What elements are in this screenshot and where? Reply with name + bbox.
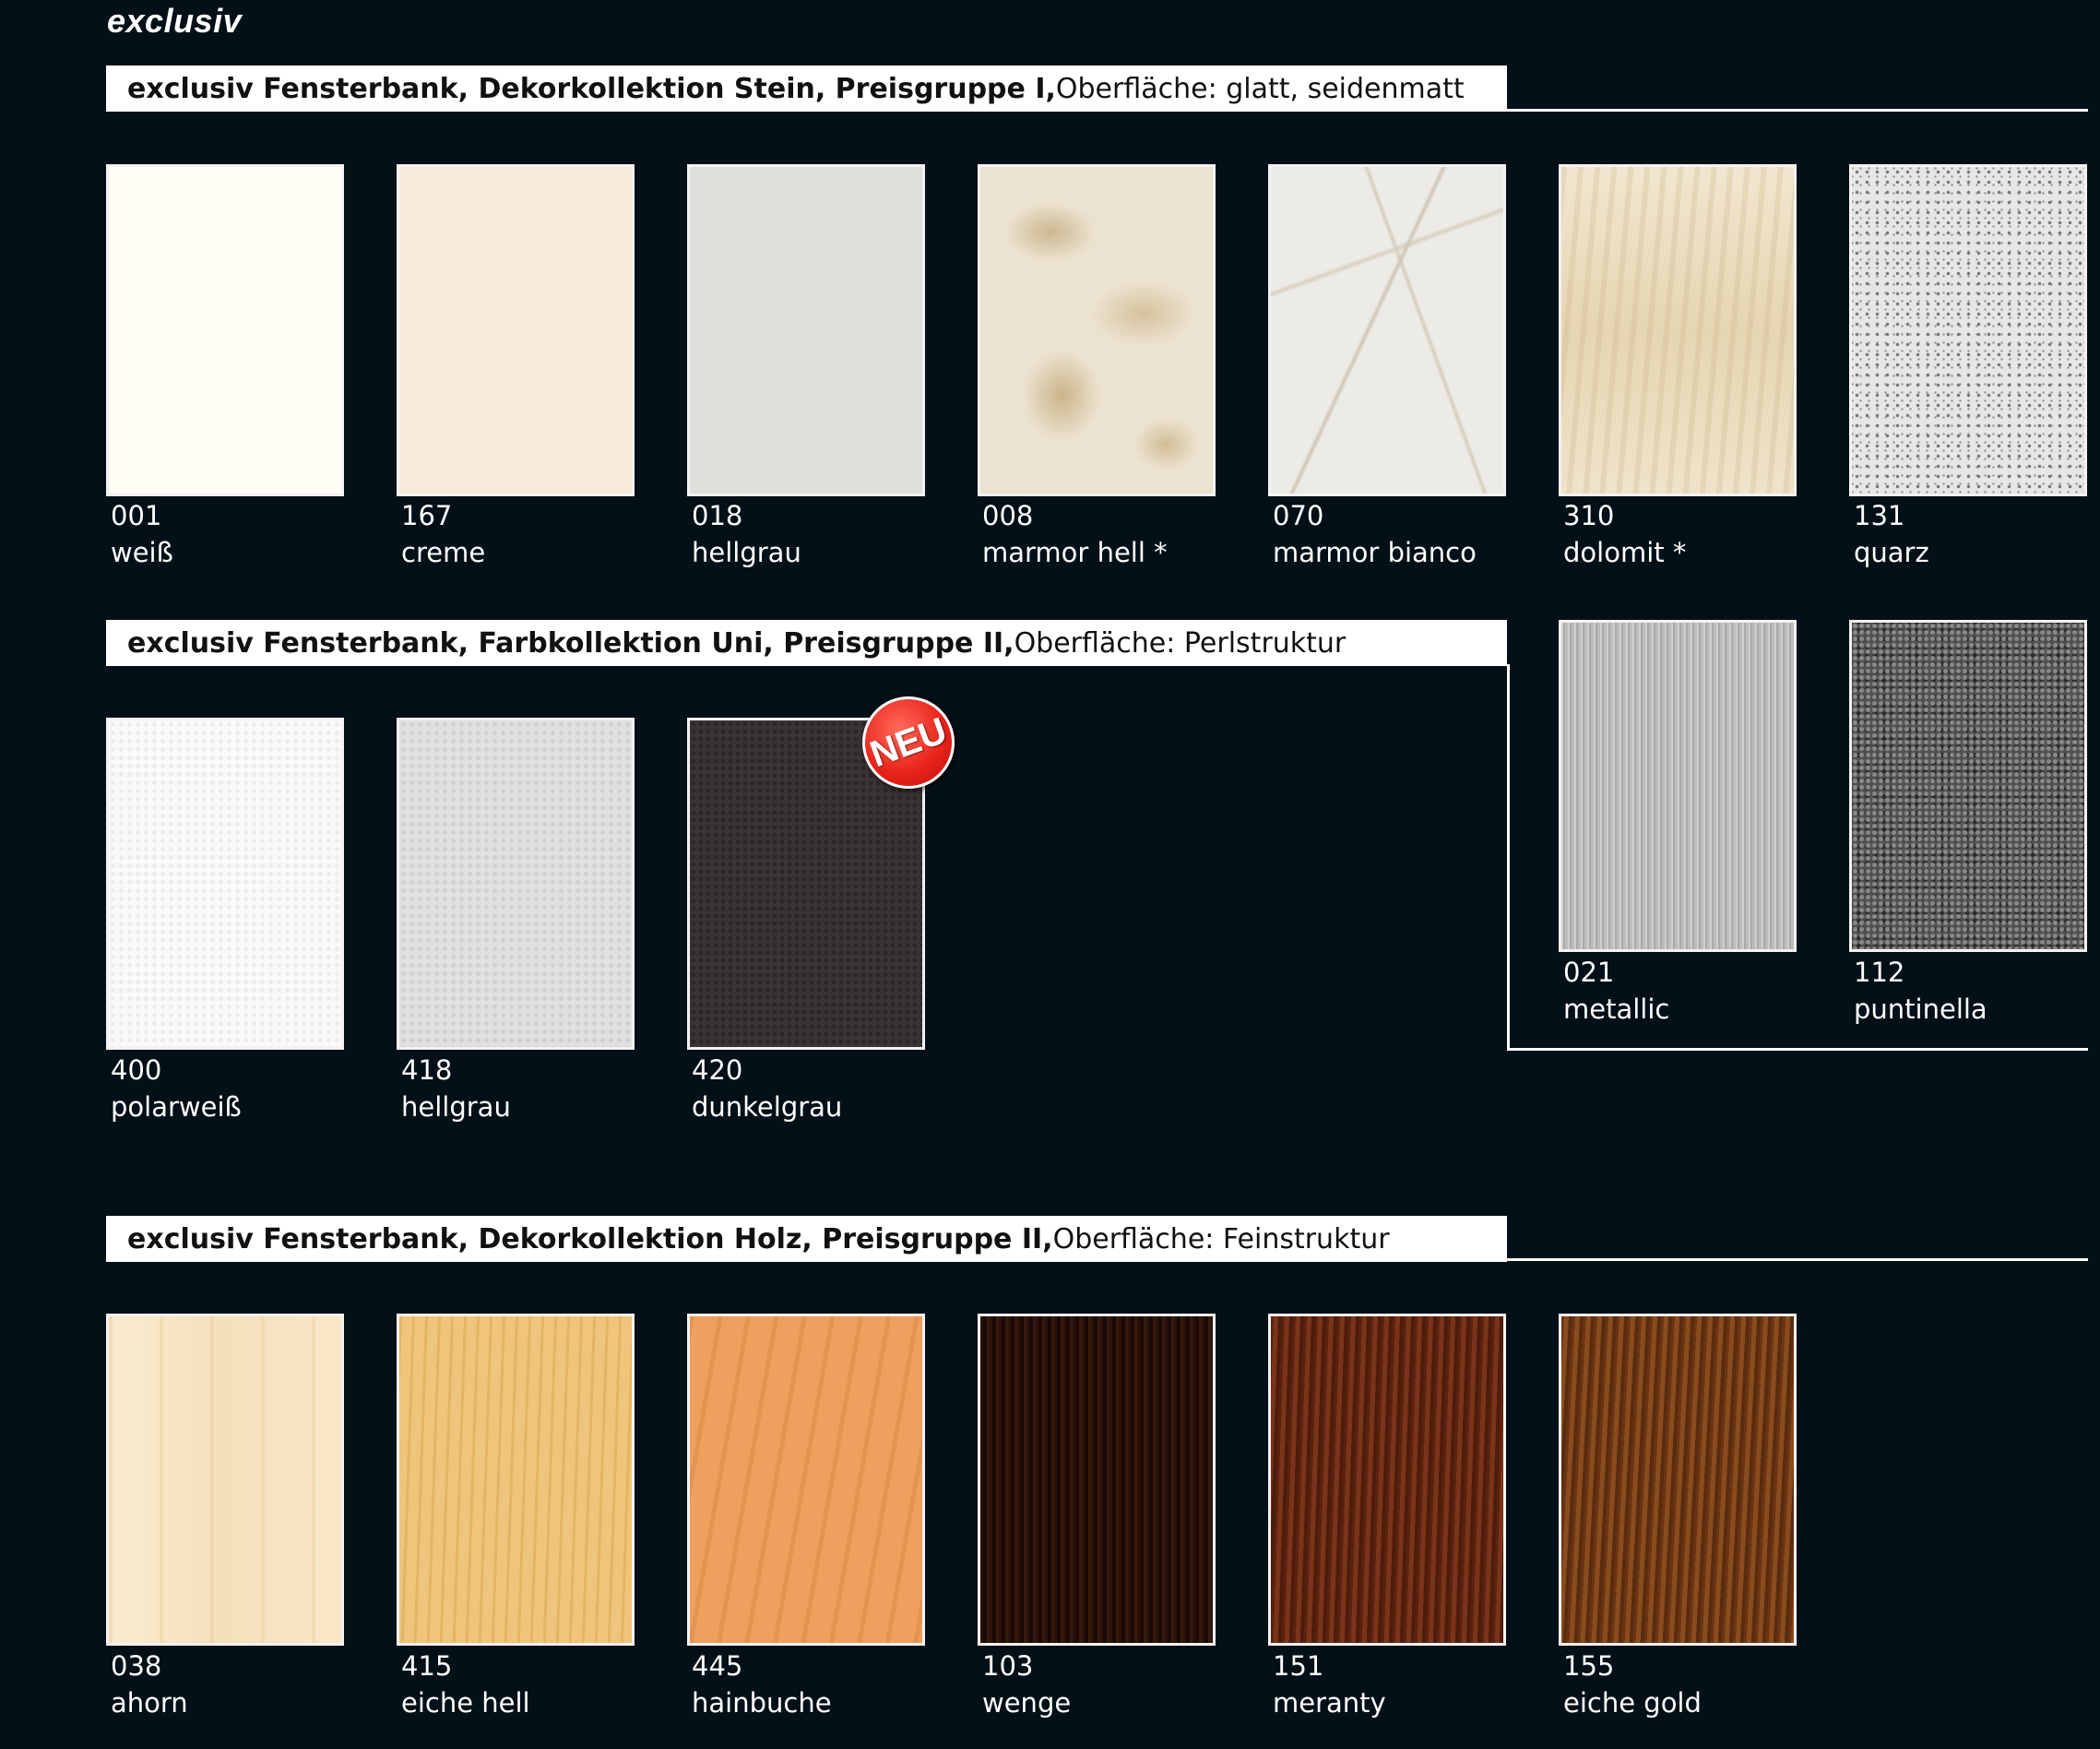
swatch-name: hellgrau — [401, 1091, 511, 1123]
swatch-name: metallic — [1563, 993, 1670, 1025]
swatch-code: 420 — [692, 1054, 743, 1086]
swatch-name: dolomit * — [1563, 537, 1687, 568]
swatch-name: hainbuche — [692, 1687, 832, 1719]
swatch-code: 445 — [692, 1650, 743, 1682]
swatch-code: 008 — [982, 500, 1034, 531]
section-header-uni: exclusiv Fensterbank, Farbkollektion Uni… — [106, 620, 1507, 666]
swatch-code: 103 — [982, 1650, 1034, 1682]
swatch-018[interactable] — [687, 164, 925, 496]
swatch-code: 001 — [111, 500, 162, 531]
swatch-code: 415 — [401, 1650, 453, 1682]
swatch-167[interactable] — [397, 164, 635, 496]
section-header-stein: exclusiv Fensterbank, Dekorkollektion St… — [106, 65, 1507, 112]
new-badge: NEU — [862, 696, 955, 789]
swatch-name: weiß — [111, 537, 173, 568]
swatch-code: 018 — [692, 500, 743, 531]
swatch-code: 400 — [111, 1054, 162, 1086]
swatch-310[interactable] — [1559, 164, 1797, 496]
swatch-code: 418 — [401, 1054, 453, 1086]
new-badge-label: NEU — [864, 709, 953, 775]
swatch-code: 310 — [1563, 500, 1615, 531]
section-header-holz-regular: Oberfläche: Feinstruktur — [1052, 1222, 1390, 1255]
swatch-code: 155 — [1563, 1650, 1615, 1682]
section-header-stein-bold: exclusiv Fensterbank, Dekorkollektion St… — [127, 72, 1056, 105]
swatch-name: quarz — [1854, 537, 1929, 568]
swatch-name: polarweiß — [111, 1091, 242, 1123]
section-header-holz: exclusiv Fensterbank, Dekorkollektion Ho… — [106, 1216, 1507, 1262]
bracket-rule — [1507, 664, 1510, 1051]
swatch-code: 112 — [1854, 957, 1905, 988]
swatch-code: 151 — [1273, 1650, 1324, 1682]
swatch-131[interactable] — [1849, 164, 2087, 496]
swatch-name: marmor bianco — [1273, 537, 1477, 568]
swatch-name: puntinella — [1854, 993, 1987, 1025]
swatch-code: 021 — [1563, 957, 1615, 988]
swatch-112[interactable] — [1849, 620, 2087, 952]
swatch-038[interactable] — [106, 1314, 344, 1646]
swatch-name: hellgrau — [692, 537, 801, 568]
swatch-name: eiche gold — [1563, 1687, 1702, 1719]
swatch-name: marmor hell * — [982, 537, 1168, 568]
swatch-415[interactable] — [397, 1314, 635, 1646]
swatch-code: 167 — [401, 500, 453, 531]
header-rule — [1507, 1258, 2088, 1261]
swatch-400[interactable] — [106, 718, 344, 1050]
swatch-445[interactable] — [687, 1314, 925, 1646]
swatch-code: 038 — [111, 1650, 162, 1682]
swatch-code: 070 — [1273, 500, 1324, 531]
section-header-uni-regular: Oberfläche: Perlstruktur — [1014, 626, 1347, 660]
swatch-008[interactable] — [978, 164, 1216, 496]
brand-logo: exclusiv — [107, 2, 243, 40]
swatch-name: eiche hell — [401, 1687, 530, 1719]
section-header-holz-bold: exclusiv Fensterbank, Dekorkollektion Ho… — [127, 1222, 1053, 1255]
swatch-418[interactable] — [397, 718, 635, 1050]
swatch-name: creme — [401, 537, 486, 568]
swatch-name: dunkelgrau — [692, 1091, 843, 1123]
swatch-103[interactable] — [978, 1314, 1216, 1646]
swatch-001[interactable] — [106, 164, 344, 496]
swatch-name: meranty — [1273, 1687, 1386, 1719]
swatch-name: ahorn — [111, 1687, 188, 1719]
swatch-070[interactable] — [1268, 164, 1506, 496]
swatch-code: 131 — [1854, 500, 1905, 531]
bracket-rule — [1507, 1048, 2088, 1051]
header-rule — [1507, 109, 2088, 112]
swatch-021[interactable] — [1559, 620, 1797, 952]
swatch-name: wenge — [982, 1687, 1072, 1719]
section-header-uni-bold: exclusiv Fensterbank, Farbkollektion Uni… — [127, 626, 1014, 660]
section-header-stein-regular: Oberfläche: glatt, seidenmatt — [1055, 72, 1465, 105]
swatch-151[interactable] — [1268, 1314, 1506, 1646]
swatch-155[interactable] — [1559, 1314, 1797, 1646]
